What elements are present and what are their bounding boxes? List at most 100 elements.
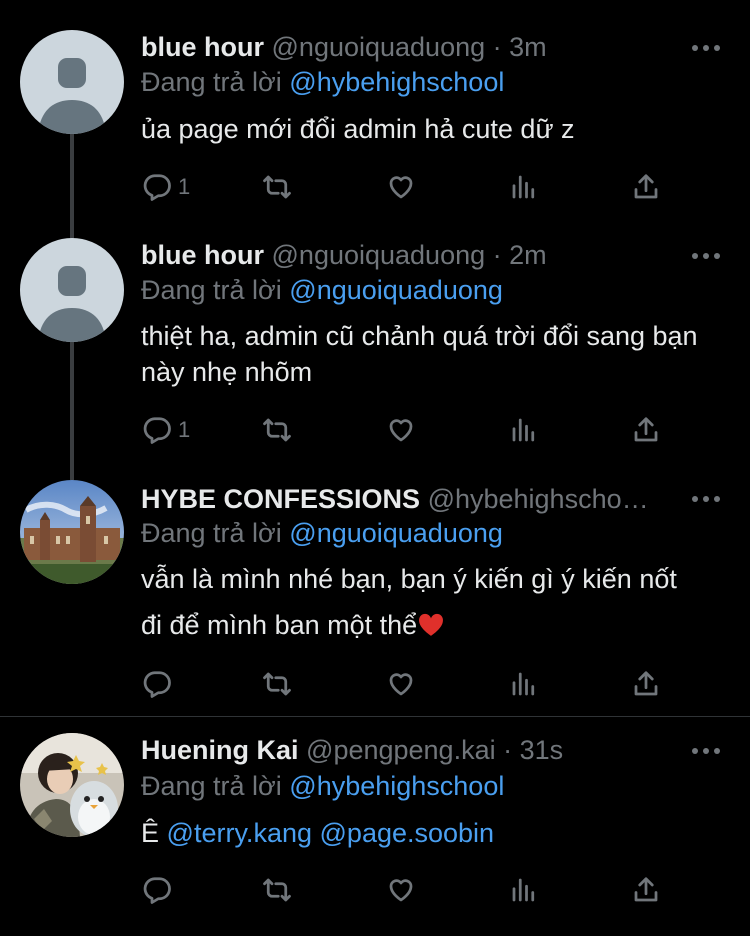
display-name[interactable]: Huening Kai — [141, 735, 299, 765]
reply-icon — [142, 875, 172, 905]
stats-icon — [509, 669, 539, 699]
stats-icon — [509, 172, 539, 202]
tweet-text: vẫn là mình nhé bạn, bạn ý kiến gì ý kiế… — [141, 561, 722, 643]
replying-to: Đang trả lời @hybehighschool — [141, 65, 504, 99]
tweet-header: Huening Kai @pengpeng.kai · 31s — [141, 733, 670, 767]
stats-button[interactable] — [509, 667, 539, 701]
reply-icon — [142, 172, 172, 202]
more-options-icon[interactable] — [692, 494, 720, 504]
retweet-button[interactable] — [262, 873, 292, 907]
replying-label: Đang trả lời — [141, 518, 282, 548]
avatar[interactable] — [20, 733, 124, 837]
action-bar: 1 — [140, 413, 680, 447]
more-options-icon[interactable] — [692, 43, 720, 53]
handle[interactable]: @nguoiquaduong — [272, 32, 486, 62]
dot-separator: · — [492, 32, 502, 62]
like-button[interactable] — [386, 873, 416, 907]
retweet-button[interactable] — [262, 413, 292, 447]
action-bar — [140, 873, 680, 907]
share-button[interactable] — [631, 413, 661, 447]
action-bar: 1 — [140, 170, 680, 204]
avatar[interactable] — [20, 238, 124, 342]
thread-line — [70, 134, 74, 240]
heart-emoji-icon — [419, 613, 444, 636]
mention-link[interactable]: @terry.kang — [167, 818, 312, 848]
avatar[interactable] — [20, 480, 124, 584]
tweet-header: blue hour @nguoiquaduong · 3m — [141, 30, 670, 64]
tweet-text-line-2: đi để mình ban một thể — [141, 610, 418, 640]
replying-mention[interactable]: @hybehighschool — [289, 771, 504, 801]
tweet-2[interactable]: blue hour @nguoiquaduong · 2m Đang trả l… — [0, 232, 750, 480]
handle[interactable]: @nguoiquaduong — [272, 240, 486, 270]
share-icon — [631, 415, 661, 445]
tweet-text-line-2-row: đi để mình ban một thể — [141, 607, 722, 643]
tweet-text: thiệt ha, admin cũ chảnh quá trời đổi sa… — [141, 321, 698, 387]
retweet-icon — [262, 669, 292, 699]
reply-button[interactable] — [142, 667, 172, 701]
retweet-icon — [262, 875, 292, 905]
heart-icon — [386, 669, 416, 699]
castle-photo-icon — [20, 480, 124, 584]
retweet-button[interactable] — [262, 667, 292, 701]
default-avatar-icon — [20, 238, 124, 342]
display-name[interactable]: blue hour — [141, 240, 264, 270]
tweet-1[interactable]: blue hour @nguoiquaduong · 3m Đang trả l… — [0, 0, 750, 240]
retweet-icon — [262, 415, 292, 445]
more-options-icon[interactable] — [692, 251, 720, 261]
reply-button[interactable]: 1 — [142, 413, 190, 447]
reply-button[interactable]: 1 — [142, 170, 190, 204]
person-penguin-photo-icon — [20, 733, 124, 837]
timestamp[interactable]: 31s — [520, 735, 564, 765]
tweet-header: HYBE CONFESSIONS @hybehighscho… — [141, 482, 670, 516]
replying-mention[interactable]: @nguoiquaduong — [289, 518, 503, 548]
stats-icon — [509, 875, 539, 905]
timestamp[interactable]: 2m — [509, 240, 547, 270]
share-button[interactable] — [631, 873, 661, 907]
tweet-4[interactable]: Huening Kai @pengpeng.kai · 31s Đang trả… — [0, 717, 750, 936]
reply-button[interactable] — [142, 873, 172, 907]
avatar[interactable] — [20, 30, 124, 134]
tweet-header: blue hour @nguoiquaduong · 2m — [141, 238, 670, 272]
replying-to: Đang trả lời @nguoiquaduong — [141, 273, 503, 307]
display-name[interactable]: HYBE CONFESSIONS — [141, 484, 420, 514]
dot-separator: · — [503, 735, 513, 765]
tweet-text-prefix: Ê — [141, 818, 160, 848]
mention-link[interactable]: @page.soobin — [320, 818, 495, 848]
stats-button[interactable] — [509, 170, 539, 204]
tweet-text: ủa page mới đổi admin hả cute dữ z — [141, 114, 575, 144]
heart-icon — [386, 875, 416, 905]
like-button[interactable] — [386, 667, 416, 701]
reply-icon — [142, 415, 172, 445]
dot-separator: · — [492, 240, 502, 270]
share-button[interactable] — [631, 667, 661, 701]
replying-to: Đang trả lời @nguoiquaduong — [141, 516, 503, 550]
heart-icon — [386, 415, 416, 445]
action-bar — [140, 667, 680, 701]
default-avatar-icon — [20, 30, 124, 134]
replying-label: Đang trả lời — [141, 67, 282, 97]
replying-to: Đang trả lời @hybehighschool — [141, 769, 504, 803]
share-icon — [631, 172, 661, 202]
handle[interactable]: @pengpeng.kai — [306, 735, 496, 765]
reply-count: 1 — [178, 417, 191, 442]
stats-icon — [509, 415, 539, 445]
reply-count: 1 — [178, 174, 191, 199]
replying-label: Đang trả lời — [141, 275, 282, 305]
replying-mention[interactable]: @nguoiquaduong — [289, 275, 503, 305]
like-button[interactable] — [386, 170, 416, 204]
stats-button[interactable] — [509, 413, 539, 447]
stats-button[interactable] — [509, 873, 539, 907]
thread-line — [70, 342, 74, 480]
tweet-3[interactable]: HYBE CONFESSIONS @hybehighscho… Đang trả… — [0, 472, 750, 716]
retweet-icon — [262, 172, 292, 202]
retweet-button[interactable] — [262, 170, 292, 204]
tweet-text: Ê @terry.kang @page.soobin — [141, 815, 722, 851]
handle[interactable]: @hybehighscho… — [428, 484, 649, 514]
reply-icon — [142, 669, 172, 699]
like-button[interactable] — [386, 413, 416, 447]
replying-mention[interactable]: @hybehighschool — [289, 67, 504, 97]
share-button[interactable] — [631, 170, 661, 204]
timestamp[interactable]: 3m — [509, 32, 547, 62]
more-options-icon[interactable] — [692, 746, 720, 756]
display-name[interactable]: blue hour — [141, 32, 264, 62]
